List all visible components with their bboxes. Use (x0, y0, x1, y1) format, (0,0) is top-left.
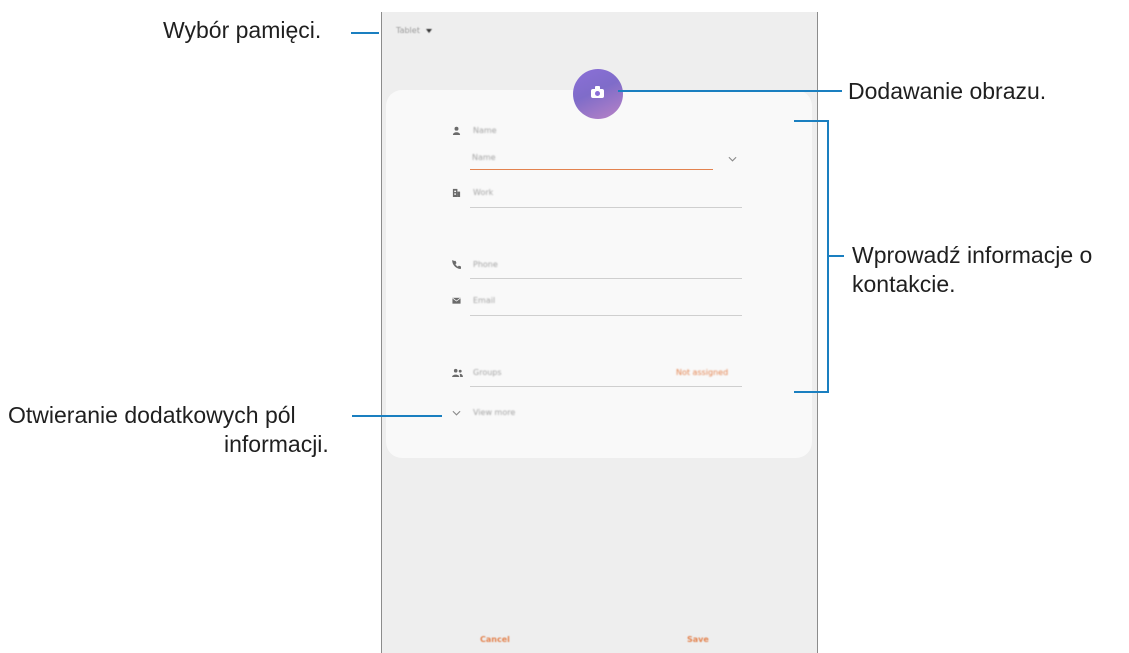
groups-field[interactable]: Groups (473, 368, 502, 377)
name-field[interactable]: Name (472, 153, 496, 162)
save-button[interactable]: Save (687, 635, 709, 644)
groups-value[interactable]: Not assigned (676, 368, 728, 377)
annotation-storage: Wybór pamięci. (163, 17, 322, 43)
annotation-add-image: Dodawanie obrazu. (848, 78, 1047, 104)
callout-line-add-image (618, 90, 842, 92)
callout-line-enter-info (829, 255, 844, 257)
contact-form-card: Name Name Work Phone Email Groups Not as… (386, 90, 812, 458)
callout-bracket-bottom (794, 391, 829, 393)
annotation-more-fields-1: Otwieranie dodatkowych pól (8, 402, 296, 428)
phone-field-underline (470, 278, 742, 279)
work-field-underline (470, 207, 742, 208)
work-field[interactable]: Work (473, 188, 493, 197)
callout-line-more-fields (352, 415, 442, 417)
annotation-more-fields-2: informacji. (224, 431, 329, 457)
building-icon (452, 188, 461, 197)
camera-icon (591, 86, 604, 98)
view-more-button[interactable]: View more (473, 408, 515, 417)
email-field[interactable]: Email (473, 296, 495, 305)
name-section-label: Name (473, 126, 497, 135)
email-icon (452, 297, 461, 304)
groups-field-underline (470, 386, 742, 387)
email-field-underline (470, 315, 742, 316)
add-image-button[interactable] (573, 69, 623, 119)
phone-screen: Tablet Name Name Work Phone Email Groups… (381, 12, 818, 653)
cancel-button[interactable]: Cancel (480, 635, 510, 644)
annotation-enter-info-1: Wprowadź informacje o (852, 242, 1093, 268)
view-more-chevron-icon[interactable] (452, 410, 461, 416)
expand-name-chevron-icon[interactable] (728, 156, 737, 162)
name-field-underline (470, 169, 713, 170)
groups-icon (452, 368, 463, 377)
annotation-enter-info-2: kontakcie. (852, 271, 956, 297)
caret-down-icon (425, 28, 432, 33)
person-icon (452, 126, 461, 135)
phone-field[interactable]: Phone (473, 260, 498, 269)
phone-icon (452, 260, 461, 269)
callout-line-storage (351, 32, 379, 34)
callout-bracket-top (794, 120, 829, 122)
storage-selector[interactable]: Tablet (396, 26, 432, 35)
storage-label: Tablet (396, 26, 420, 35)
